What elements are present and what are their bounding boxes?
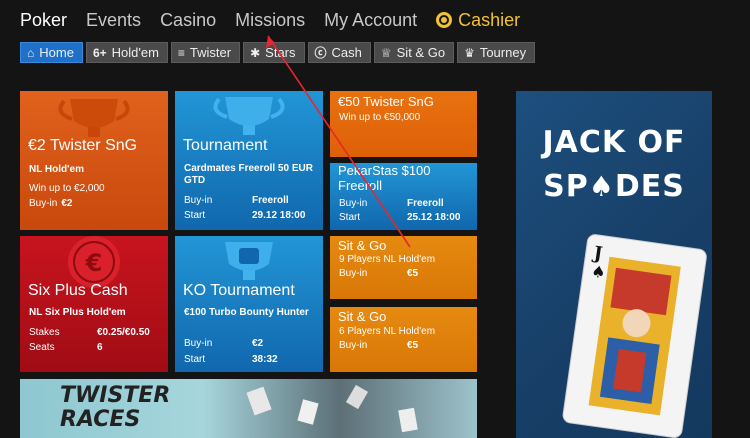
tile-title: Sit & Go xyxy=(338,309,387,324)
tile-subtitle: NL Hold'em xyxy=(29,164,84,175)
start-label: Start xyxy=(184,210,206,221)
tile-buyin-row: Buy-in €2 xyxy=(29,198,72,209)
jack-card-image: J ♠ xyxy=(562,234,707,438)
tab-tourney[interactable]: ♛ Tourney xyxy=(457,42,536,63)
buyin-label: Buy-in xyxy=(184,195,213,206)
tab-cash[interactable]: ⓒ Cash xyxy=(307,42,371,63)
tile-pekarstas-freeroll[interactable]: PekarStas $100 Freeroll Buy-in Freeroll … xyxy=(330,163,477,230)
buyin-value: €2 xyxy=(252,338,264,349)
jack-of-spades-ad[interactable]: JACK OF SP♠DES J ♠ xyxy=(516,91,712,438)
svg-text:♠: ♠ xyxy=(590,261,607,282)
twister-icon: ≡ xyxy=(177,45,185,60)
home-icon: ⌂ xyxy=(27,45,35,60)
tile-tournament[interactable]: Tournament Cardmates Freeroll 50 EUR GTD… xyxy=(175,91,323,230)
start-value: 38:32 xyxy=(252,354,278,365)
tile-ko-tournament[interactable]: KO Tournament €100 Turbo Bounty Hunter B… xyxy=(175,236,323,372)
buyin-value: Freeroll xyxy=(407,198,444,209)
tile-twister-50[interactable]: €50 Twister SnG Win up to €50,000 xyxy=(330,91,477,157)
buyin-value: Freeroll xyxy=(252,195,289,206)
stakes-label: Stakes xyxy=(29,327,60,338)
buyin-value: €5 xyxy=(407,268,419,279)
tile-buyin-row: Buy-in €2 xyxy=(184,338,263,349)
tab-twister[interactable]: ≡ Twister xyxy=(170,42,241,63)
tab-cash-label: Cash xyxy=(331,45,362,60)
nav-cashier-label: Cashier xyxy=(458,9,521,30)
coin-icon xyxy=(436,12,453,28)
tile-buyin-row: Buy-in €5 xyxy=(339,268,418,279)
start-label: Start xyxy=(184,354,206,365)
buyin-value: €2 xyxy=(61,198,73,209)
players-text: 6 Players NL Hold'em xyxy=(339,326,436,337)
tab-holdem[interactable]: 6+ Hold'em xyxy=(85,42,168,63)
seats-label: Seats xyxy=(29,342,55,353)
sub-nav: ⌂ Home 6+ Hold'em ≡ Twister ✱ Stars ⓒ Ca… xyxy=(20,42,538,63)
nav-poker[interactable]: Poker xyxy=(20,10,67,31)
buyin-value: €5 xyxy=(407,340,419,351)
tab-twister-label: Twister xyxy=(189,45,232,60)
tile-sit-go-6[interactable]: Sit & Go 6 Players NL Hold'em Buy-in €5 xyxy=(330,307,477,372)
tile-win-row: Win up to €50,000 xyxy=(339,112,420,123)
tab-stars-label: Stars xyxy=(265,45,296,60)
tile-start-row: Start 38:32 xyxy=(184,354,278,365)
buyin-label: Buy-in xyxy=(184,338,213,349)
tab-holdem-label: Hold'em xyxy=(111,45,159,60)
tab-tourney-label: Tourney xyxy=(479,45,527,60)
cup-icon: ♛ xyxy=(464,45,475,60)
twister-races-banner[interactable]: TWISTER RACES xyxy=(20,379,477,438)
cards-explosion-image xyxy=(246,384,418,433)
cash-icon: ⓒ xyxy=(314,46,327,60)
tile-buyin-row: Buy-in Freeroll xyxy=(339,198,444,209)
nav-casino[interactable]: Casino xyxy=(160,10,216,31)
nav-missions[interactable]: Missions xyxy=(235,10,305,31)
tile-subtitle: Cardmates Freeroll 50 EUR GTD xyxy=(184,163,313,186)
stakes-value: €0.25/€0.50 xyxy=(97,327,150,338)
players-text: 9 Players NL Hold'em xyxy=(339,254,436,265)
stars-icon: ✱ xyxy=(250,45,261,60)
buyin-label: Buy-in xyxy=(339,268,368,279)
tile-start-row: Start 29.12 18:00 xyxy=(184,210,305,221)
tile-title: Tournament xyxy=(183,137,268,154)
nav-events[interactable]: Events xyxy=(86,10,141,31)
tile-twister-2[interactable]: €2 Twister SnG NL Hold'em Win up to €2,0… xyxy=(20,91,168,230)
tile-stakes-row: Stakes €0.25/€0.50 xyxy=(29,327,150,338)
trophy-icon: ♕ xyxy=(380,45,392,60)
tile-start-row: Start 25.12 18:00 xyxy=(339,212,460,223)
nav-cashier[interactable]: Cashier xyxy=(436,10,520,31)
tile-sit-go-9[interactable]: Sit & Go 9 Players NL Hold'em Buy-in €5 xyxy=(330,236,477,299)
tile-title: KO Tournament xyxy=(183,282,295,299)
tile-seats-row: Seats 6 xyxy=(29,342,103,353)
tile-players-row: 9 Players NL Hold'em xyxy=(339,254,435,265)
tile-title: PekarStas $100 Freeroll xyxy=(338,163,431,193)
tab-sit-go[interactable]: ♕ Sit & Go xyxy=(373,42,455,63)
svg-text:€: € xyxy=(85,249,103,277)
tile-subtitle: €100 Turbo Bounty Hunter xyxy=(184,307,309,318)
start-label: Start xyxy=(339,212,361,223)
win-text: Win up to €2,000 xyxy=(29,183,105,194)
start-value: 29.12 18:00 xyxy=(252,210,306,221)
seats-value: 6 xyxy=(97,342,103,353)
tab-stars[interactable]: ✱ Stars xyxy=(243,42,305,63)
tile-buyin-row: Buy-in Freeroll xyxy=(184,195,289,206)
tile-six-plus-cash[interactable]: € Six Plus Cash NL Six Plus Hold'em Stak… xyxy=(20,236,168,372)
tile-title: €2 Twister SnG xyxy=(28,137,138,154)
nav-my-account[interactable]: My Account xyxy=(324,10,417,31)
tab-home-label: Home xyxy=(39,45,74,60)
buyin-label: Buy-in xyxy=(29,198,58,209)
six-plus-icon: 6+ xyxy=(92,45,107,60)
tile-title: Six Plus Cash xyxy=(28,282,128,299)
tile-win-row: Win up to €2,000 xyxy=(29,183,105,194)
tile-title: Sit & Go xyxy=(338,238,387,253)
tab-sit-go-label: Sit & Go xyxy=(396,45,446,60)
start-value: 25.12 18:00 xyxy=(407,212,461,223)
top-nav: Poker Events Casino Missions My Account … xyxy=(0,0,750,40)
tab-home[interactable]: ⌂ Home xyxy=(20,42,83,63)
win-text: Win up to €50,000 xyxy=(339,112,421,123)
tile-buyin-row: Buy-in €5 xyxy=(339,340,418,351)
tile-subtitle: NL Six Plus Hold'em xyxy=(29,307,126,318)
buyin-label: Buy-in xyxy=(339,340,368,351)
buyin-label: Buy-in xyxy=(339,198,368,209)
tile-players-row: 6 Players NL Hold'em xyxy=(339,326,435,337)
tile-title: €50 Twister SnG xyxy=(338,94,434,109)
